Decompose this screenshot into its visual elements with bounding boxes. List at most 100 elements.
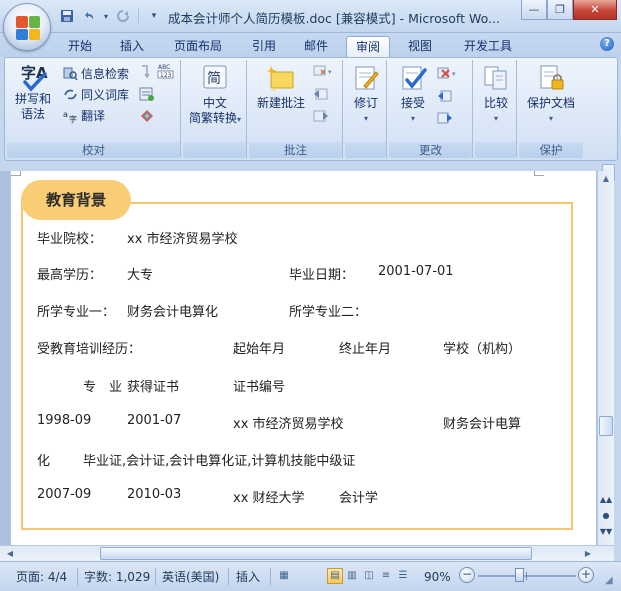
tab-developer[interactable]: 开发工具 [456, 36, 520, 57]
chinese-convert-label-2: 简繁转换▾ [188, 111, 242, 125]
training-history-label: 受教育培训经历： [37, 342, 142, 357]
group-tracking: 修订 ▾ [345, 60, 387, 158]
scroll-right-icon[interactable]: ▶ [580, 547, 596, 561]
reject-change-icon[interactable]: ▾ [437, 66, 456, 80]
print-layout-view-icon[interactable]: ▤ [327, 568, 343, 584]
education-level-label: 最高学历： [37, 268, 103, 283]
previous-page-icon[interactable]: ▲▲ [599, 493, 613, 507]
section-title-education: 教育背景 [21, 180, 131, 220]
office-button[interactable] [3, 3, 51, 51]
previous-comment-icon[interactable] [313, 87, 329, 101]
chevron-down-icon: ▾ [410, 114, 415, 123]
column-major: 专 业 [83, 380, 123, 395]
zoom-slider-track[interactable] [478, 575, 576, 577]
web-layout-view-icon[interactable]: ◫ [361, 568, 377, 584]
graduation-school-value: xx 市经济贸易学校 [127, 232, 238, 247]
zoom-slider-thumb[interactable] [515, 568, 524, 582]
document-page[interactable]: 教育背景 毕业院校： xx 市经济贸易学校 最高学历： 大专 毕业日期： 200… [10, 171, 596, 545]
training-school: xx 财经大学 [233, 491, 305, 506]
new-comment-button[interactable]: 新建批注 [251, 64, 311, 111]
major-one-label: 所学专业一： [37, 305, 116, 320]
vertical-scroll-thumb[interactable] [599, 416, 613, 436]
compare-button[interactable]: 比较 ▾ [477, 64, 515, 126]
compare-label: 比较 [483, 96, 508, 110]
chinese-convert-icon: 简 [201, 64, 229, 92]
chevron-down-icon: ▾ [363, 114, 368, 123]
scroll-left-icon[interactable]: ◀ [2, 547, 18, 561]
tab-mailings[interactable]: 邮件 [296, 36, 336, 57]
horizontal-scrollbar[interactable]: ◀ ▶ [0, 545, 614, 561]
education-section-box [21, 202, 573, 530]
customize-qat-button[interactable]: ▾ [145, 8, 163, 24]
save-icon[interactable] [58, 8, 76, 24]
tab-home[interactable]: 开始 [60, 36, 100, 57]
delete-comment-icon[interactable]: ▾ [313, 64, 332, 78]
chinese-convert-label-1: 中文 [202, 96, 227, 110]
resize-grip-icon[interactable]: ◢ [605, 575, 619, 589]
zoom-level[interactable]: 90% [424, 567, 451, 587]
major-two-label: 所学专业二： [289, 305, 368, 320]
next-comment-icon[interactable] [313, 109, 329, 123]
thesaurus-label: 同义词库 [81, 87, 130, 102]
vertical-scrollbar[interactable]: ▲ ▲▲ ● ▼▼ [597, 171, 614, 545]
tab-view[interactable]: 视图 [400, 36, 440, 57]
word-count[interactable]: 字数: 1,029 [84, 567, 150, 587]
svg-text:ABC: ABC [158, 64, 170, 71]
spelling-grammar-button[interactable]: 字A 拼写和 语法 [11, 62, 55, 122]
close-button[interactable]: ✕ [573, 0, 617, 20]
tab-insert[interactable]: 插入 [112, 36, 152, 57]
minimize-button[interactable]: — [521, 0, 547, 20]
tab-page-layout[interactable]: 页面布局 [166, 36, 230, 57]
scroll-up-icon[interactable]: ▲ [599, 171, 613, 187]
protect-document-icon [537, 64, 565, 92]
next-page-icon[interactable]: ▼▼ [599, 525, 613, 539]
macro-recording-icon[interactable]: ▦ [276, 568, 292, 584]
previous-change-icon[interactable] [437, 89, 453, 103]
zoom-in-icon[interactable]: + [578, 567, 594, 583]
help-icon[interactable]: ? [600, 37, 614, 51]
undo-icon[interactable] [80, 8, 98, 24]
full-screen-reading-view-icon[interactable]: ▥ [344, 568, 360, 584]
ribbon-tabs: 开始 插入 页面布局 引用 邮件 审阅 视图 开发工具 ? [0, 33, 621, 57]
translation-tip-icon[interactable] [139, 64, 155, 79]
undo-dropdown-icon[interactable]: ▾ [102, 8, 110, 24]
chevron-down-icon: ▾ [237, 115, 242, 124]
page-count[interactable]: 页面: 4/4 [16, 567, 67, 587]
outline-view-icon[interactable]: ≡ [378, 568, 394, 584]
spelling-label-1: 拼写和 [14, 92, 51, 106]
redo-icon[interactable] [114, 8, 132, 24]
track-changes-button[interactable]: 修订 ▾ [347, 64, 385, 126]
set-language-icon[interactable] [139, 87, 155, 101]
abc-123-icon[interactable]: ABC 123 [157, 62, 174, 79]
title-bar: ▾ ▾ 成本会计师个人简历模板.doc [兼容模式] - Microsoft W… [0, 0, 621, 33]
status-separator [77, 568, 78, 586]
word-count-icon[interactable] [139, 109, 155, 123]
group-proofing: 字A 拼写和 语法 信息检索 同义词库 a字 翻译 ABC 123 校对 [7, 60, 181, 158]
group-label-changes: 更改 [389, 142, 472, 158]
zoom-out-icon[interactable]: − [459, 567, 475, 583]
next-change-icon[interactable] [437, 111, 453, 125]
thesaurus-icon [63, 87, 78, 102]
thesaurus-button[interactable]: 同义词库 [63, 85, 129, 103]
protect-document-button[interactable]: 保护文档 ▾ [521, 64, 581, 126]
horizontal-scroll-thumb[interactable] [100, 547, 532, 560]
translate-button[interactable]: a字 翻译 [63, 106, 105, 124]
chinese-conversion-button[interactable]: 简 中文 简繁转换▾ [185, 64, 245, 127]
group-label-comments: 批注 [249, 142, 342, 158]
training-start-date: 1998-09 [37, 413, 92, 428]
group-label-tracking [345, 142, 386, 158]
research-icon [63, 66, 78, 81]
column-certificate-number: 证书编号 [233, 380, 286, 395]
tab-review[interactable]: 审阅 [346, 36, 390, 57]
research-button[interactable]: 信息检索 [63, 64, 129, 82]
browse-object-icon[interactable]: ● [599, 509, 613, 523]
tab-references[interactable]: 引用 [244, 36, 284, 57]
language-indicator[interactable]: 英语(美国) [162, 567, 219, 587]
quick-access-toolbar: ▾ ▾ [58, 8, 163, 24]
maximize-button[interactable]: ❐ [547, 0, 573, 20]
insert-mode[interactable]: 插入 [236, 567, 260, 587]
training-school: xx 市经济贸易学校 [233, 417, 344, 432]
accept-button[interactable]: 接受 ▾ [391, 64, 435, 126]
draft-view-icon[interactable]: ☰ [395, 568, 411, 584]
training-end-date: 2010-03 [127, 487, 182, 502]
